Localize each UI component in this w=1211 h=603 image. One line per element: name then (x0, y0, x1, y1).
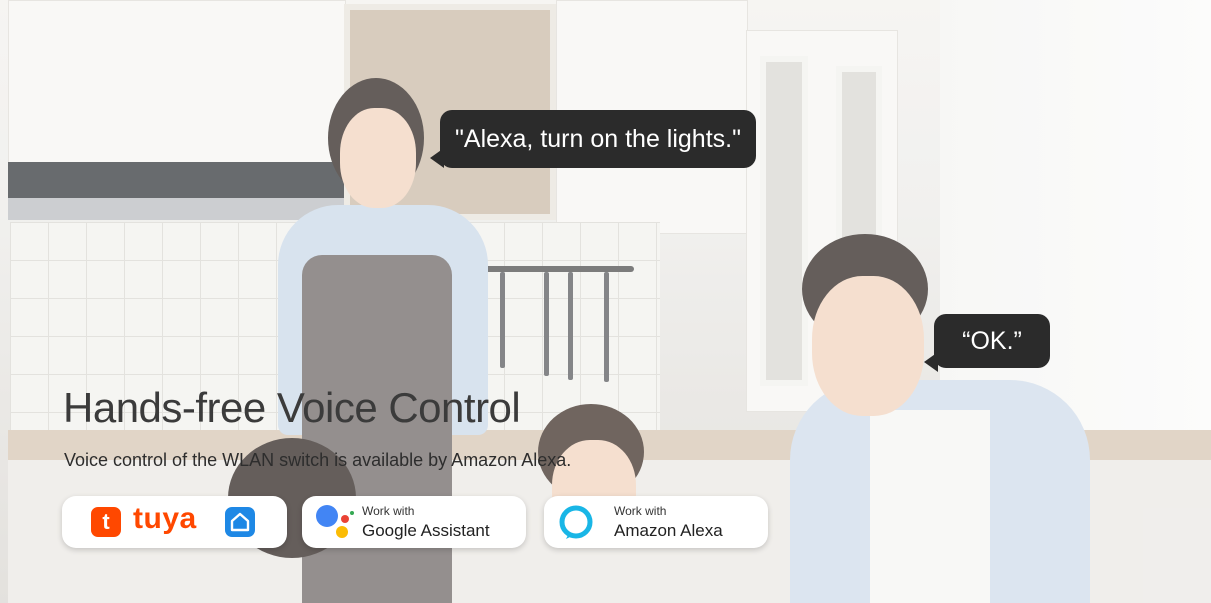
page-title: Hands-free Voice Control (63, 384, 521, 431)
work-with-label: Work with (614, 504, 667, 518)
alexa-ring-icon (559, 505, 593, 539)
speech-bubble-alexa: "Alexa, turn on the lights." (430, 110, 756, 168)
speech-bubble-ok: “OK.” (924, 314, 1050, 372)
google-assistant-label: Google Assistant (362, 521, 490, 540)
hero-banner: "Alexa, turn on the lights." “OK.” Hands… (0, 0, 1211, 603)
tuya-wordmark: tuya (133, 502, 197, 535)
amazon-alexa-label: Amazon Alexa (614, 521, 723, 540)
smart-home-icon (225, 507, 255, 537)
page-subtitle: Voice control of the WLAN switch is avai… (64, 450, 572, 470)
amazon-alexa-badge: Work with Amazon Alexa (544, 496, 768, 548)
work-with-label: Work with (362, 504, 415, 518)
tuya-badge: t tuya (62, 496, 287, 548)
google-assistant-icon (316, 505, 354, 538)
tuya-logo-icon: t (91, 507, 121, 537)
google-assistant-badge: Work with Google Assistant (302, 496, 526, 548)
